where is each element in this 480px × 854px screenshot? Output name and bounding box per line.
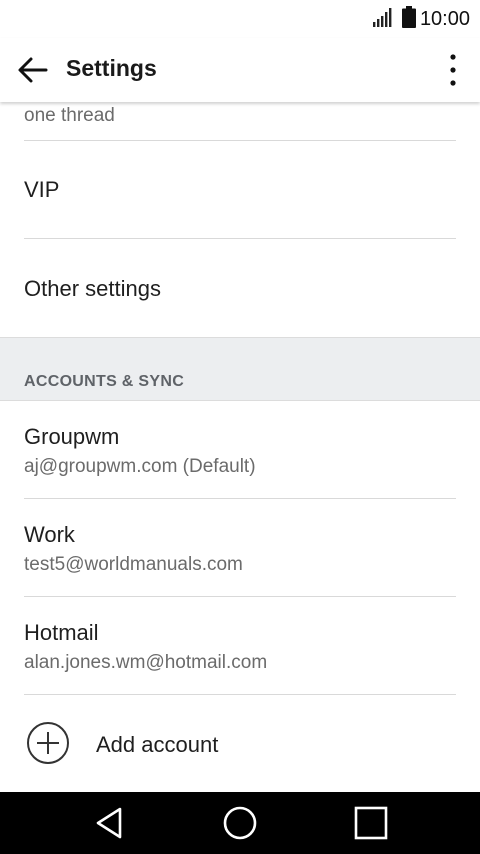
section-title: ACCOUNTS & SYNC [24, 373, 185, 390]
account-row-work[interactable]: Work test5@worldmanuals.com [0, 499, 480, 596]
status-icons: 10:00 [372, 5, 470, 33]
add-account-button[interactable]: Add account [0, 695, 480, 791]
vip-label: VIP [24, 177, 60, 202]
account-name: Work [24, 522, 75, 547]
account-name: Hotmail [24, 620, 99, 645]
partial-setting-row[interactable]: one thread [0, 102, 480, 141]
nav-back-button[interactable] [90, 804, 130, 842]
other-settings-row[interactable]: Other settings [0, 239, 480, 337]
other-settings-label: Other settings [24, 276, 161, 301]
back-button[interactable] [16, 54, 50, 86]
status-bar: 10:00 [0, 0, 480, 38]
nav-home-button[interactable] [220, 804, 260, 842]
recents-square-icon [354, 806, 388, 840]
account-email: aj@groupwm.com (Default) [24, 456, 256, 477]
home-circle-icon [223, 806, 257, 840]
vip-row[interactable]: VIP [0, 141, 480, 238]
section-header: ACCOUNTS & SYNC [0, 337, 480, 401]
account-name: Groupwm [24, 424, 120, 449]
account-row-hotmail[interactable]: Hotmail alan.jones.wm@hotmail.com [0, 597, 480, 694]
nav-recents-button[interactable] [351, 804, 391, 842]
page-title: Settings [66, 55, 157, 81]
status-time: 10:00 [419, 7, 470, 30]
navigation-bar [0, 792, 480, 854]
account-email: test5@worldmanuals.com [24, 554, 243, 575]
back-triangle-icon [96, 807, 122, 839]
signal-icon [372, 6, 394, 33]
add-account-label: Add account [96, 732, 219, 757]
add-circle-icon [27, 722, 69, 764]
battery-icon [401, 5, 416, 33]
setting-subtitle: one thread [24, 105, 115, 126]
more-options-button[interactable] [446, 52, 460, 88]
account-row-groupwm[interactable]: Groupwm aj@groupwm.com (Default) [0, 400, 480, 498]
settings-list: one thread VIP Other settings ACCOUNTS &… [0, 102, 480, 792]
app-bar: Settings [0, 38, 480, 102]
account-email: alan.jones.wm@hotmail.com [24, 652, 268, 673]
more-vert-icon [450, 54, 456, 86]
back-arrow-icon [18, 57, 48, 83]
